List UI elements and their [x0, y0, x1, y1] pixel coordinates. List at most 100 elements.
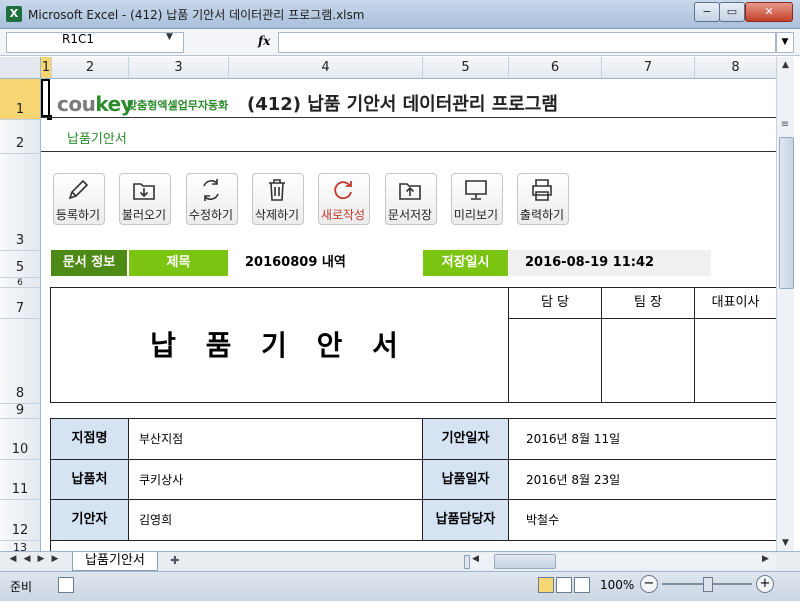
row-header-3[interactable]: 3: [0, 154, 40, 251]
row-header-12[interactable]: 12: [0, 500, 40, 541]
name-box[interactable]: [6, 32, 184, 53]
sheet-subtitle: 납품기안서: [67, 132, 127, 147]
column-header-1[interactable]: 1: [41, 57, 52, 78]
insert-sheet-icon[interactable]: ✚: [164, 553, 186, 569]
load-label: 불러오기: [121, 208, 167, 222]
preview-button[interactable]: 미리보기: [451, 173, 503, 225]
edit-label: 수정하기: [188, 208, 234, 222]
register-button[interactable]: 등록하기: [53, 173, 105, 225]
formula-input[interactable]: [278, 32, 776, 53]
delete-button[interactable]: 삭제하기: [252, 173, 304, 225]
worksheet-grid[interactable]: coukey 맞춤형엑셀업무자동화 (412) 납품 기안서 데이터관리 프로그…: [41, 79, 776, 551]
column-header-2[interactable]: 2: [52, 57, 129, 78]
print-label: 출력하기: [519, 208, 565, 222]
table-border: [422, 418, 423, 541]
draft-date-label: 기안일자: [423, 419, 508, 459]
new-document-button[interactable]: 새로작성: [318, 173, 370, 225]
macro-record-icon[interactable]: [58, 577, 74, 593]
vertical-scroll-thumb[interactable]: [779, 137, 794, 289]
next-sheet-icon[interactable]: ▶: [34, 554, 48, 564]
scroll-down-icon[interactable]: ▼: [777, 535, 794, 551]
row-header-9[interactable]: 9: [0, 403, 40, 419]
print-button[interactable]: 출력하기: [517, 173, 569, 225]
preview-label: 미리보기: [453, 208, 499, 222]
row-header: 1 2 3 5 6 7 8 9 10 11 12 13: [0, 79, 41, 554]
drafter-value[interactable]: 김영희: [129, 500, 421, 540]
expand-formula-bar-icon[interactable]: ▼: [776, 32, 794, 53]
delivery-person-value[interactable]: 박철수: [516, 500, 776, 540]
vertical-scrollbar[interactable]: ▲ ≡ ▼: [776, 57, 794, 551]
chevron-down-icon[interactable]: ▼: [166, 32, 173, 42]
printer-icon: [532, 179, 552, 201]
row-header-5[interactable]: 5: [0, 251, 40, 278]
approval-sign-team-lead[interactable]: [602, 319, 694, 402]
pencil-icon: [68, 179, 89, 200]
excel-app-icon[interactable]: X: [6, 6, 22, 22]
saved-at-value[interactable]: 2016-08-19 11:42: [509, 250, 711, 276]
column-header-4[interactable]: 4: [229, 57, 423, 78]
row-header-13[interactable]: 13: [0, 541, 40, 554]
close-button[interactable]: ✕: [745, 2, 793, 22]
zoom-out-icon[interactable]: −: [640, 575, 658, 593]
formula-bar: R1C1 ▼ fx ▼: [0, 29, 800, 56]
doc-info-label: 문서 정보: [51, 250, 127, 276]
divider: [41, 151, 776, 152]
column-header-7[interactable]: 7: [602, 57, 695, 78]
zoom-level[interactable]: 100%: [600, 578, 634, 592]
table-border: [508, 418, 509, 541]
table-border: [128, 418, 129, 541]
row-header-2[interactable]: 2: [0, 120, 40, 154]
title-bar: X Microsoft Excel - (412) 납품 기안서 데이터관리 프…: [0, 0, 800, 29]
page-break-view-icon[interactable]: [574, 577, 590, 593]
page-layout-view-icon[interactable]: [556, 577, 572, 593]
reload-icon: [334, 181, 352, 200]
scroll-up-icon[interactable]: ▲: [777, 57, 794, 73]
insert-function-icon[interactable]: fx: [258, 34, 270, 48]
column-header-3[interactable]: 3: [129, 57, 229, 78]
row-header-1[interactable]: 1: [0, 79, 40, 120]
draft-date-value[interactable]: 2016년 8월 11일: [516, 419, 776, 459]
row-header-7[interactable]: 7: [0, 288, 40, 319]
row-header-6[interactable]: 6: [0, 278, 40, 288]
horizontal-scrollbar[interactable]: ◀ ▶: [470, 554, 776, 569]
save-document-button[interactable]: 문서저장: [385, 173, 437, 225]
column-header-6[interactable]: 6: [509, 57, 602, 78]
zoom-slider-handle[interactable]: [703, 577, 713, 592]
approval-sign-ceo[interactable]: [695, 319, 776, 402]
delivery-person-label: 납품담당자: [423, 500, 508, 540]
row-header-10[interactable]: 10: [0, 419, 40, 460]
sheet-tab[interactable]: 납품기안서: [72, 552, 158, 571]
approval-header-ceo: 대표이사: [711, 295, 760, 310]
status-ready: 준비: [10, 580, 33, 594]
column-header-8[interactable]: 8: [695, 57, 777, 78]
first-sheet-icon[interactable]: ◀: [6, 554, 20, 564]
subject-value[interactable]: 20160809 내역: [231, 250, 435, 276]
row-header-8[interactable]: 8: [0, 319, 40, 404]
row-header-11[interactable]: 11: [0, 460, 40, 500]
save-document-label: 문서저장: [387, 208, 433, 222]
approval-sign-staff[interactable]: [509, 319, 601, 402]
zoom-in-icon[interactable]: +: [756, 575, 774, 593]
horizontal-scroll-thumb[interactable]: [494, 554, 556, 569]
scroll-right-icon[interactable]: ▶: [762, 554, 769, 564]
scroll-left-icon[interactable]: ◀: [472, 554, 479, 564]
delivery-date-value[interactable]: 2016년 8월 23일: [516, 460, 776, 500]
brand-logo: coukey: [57, 92, 134, 116]
maximize-button[interactable]: ▭: [719, 2, 745, 22]
column-header-5[interactable]: 5: [423, 57, 509, 78]
active-cell[interactable]: [41, 79, 50, 117]
approval-header-team-lead: 팀 장: [633, 295, 663, 310]
prev-sheet-icon[interactable]: ◀: [20, 554, 34, 564]
minimize-button[interactable]: −: [694, 2, 720, 22]
load-button[interactable]: 불러오기: [119, 173, 171, 225]
normal-view-icon[interactable]: [538, 577, 554, 593]
divider: [41, 117, 776, 118]
vendor-value[interactable]: 쿠키상사: [129, 460, 421, 500]
select-all-corner[interactable]: [0, 57, 41, 79]
last-sheet-icon[interactable]: ▶: [48, 554, 62, 564]
split-handle-icon[interactable]: ≡: [780, 119, 790, 130]
edit-button[interactable]: 수정하기: [186, 173, 238, 225]
branch-value[interactable]: 부산지점: [129, 419, 421, 459]
folder-upload-icon: [399, 183, 421, 200]
trash-icon: [269, 179, 285, 201]
